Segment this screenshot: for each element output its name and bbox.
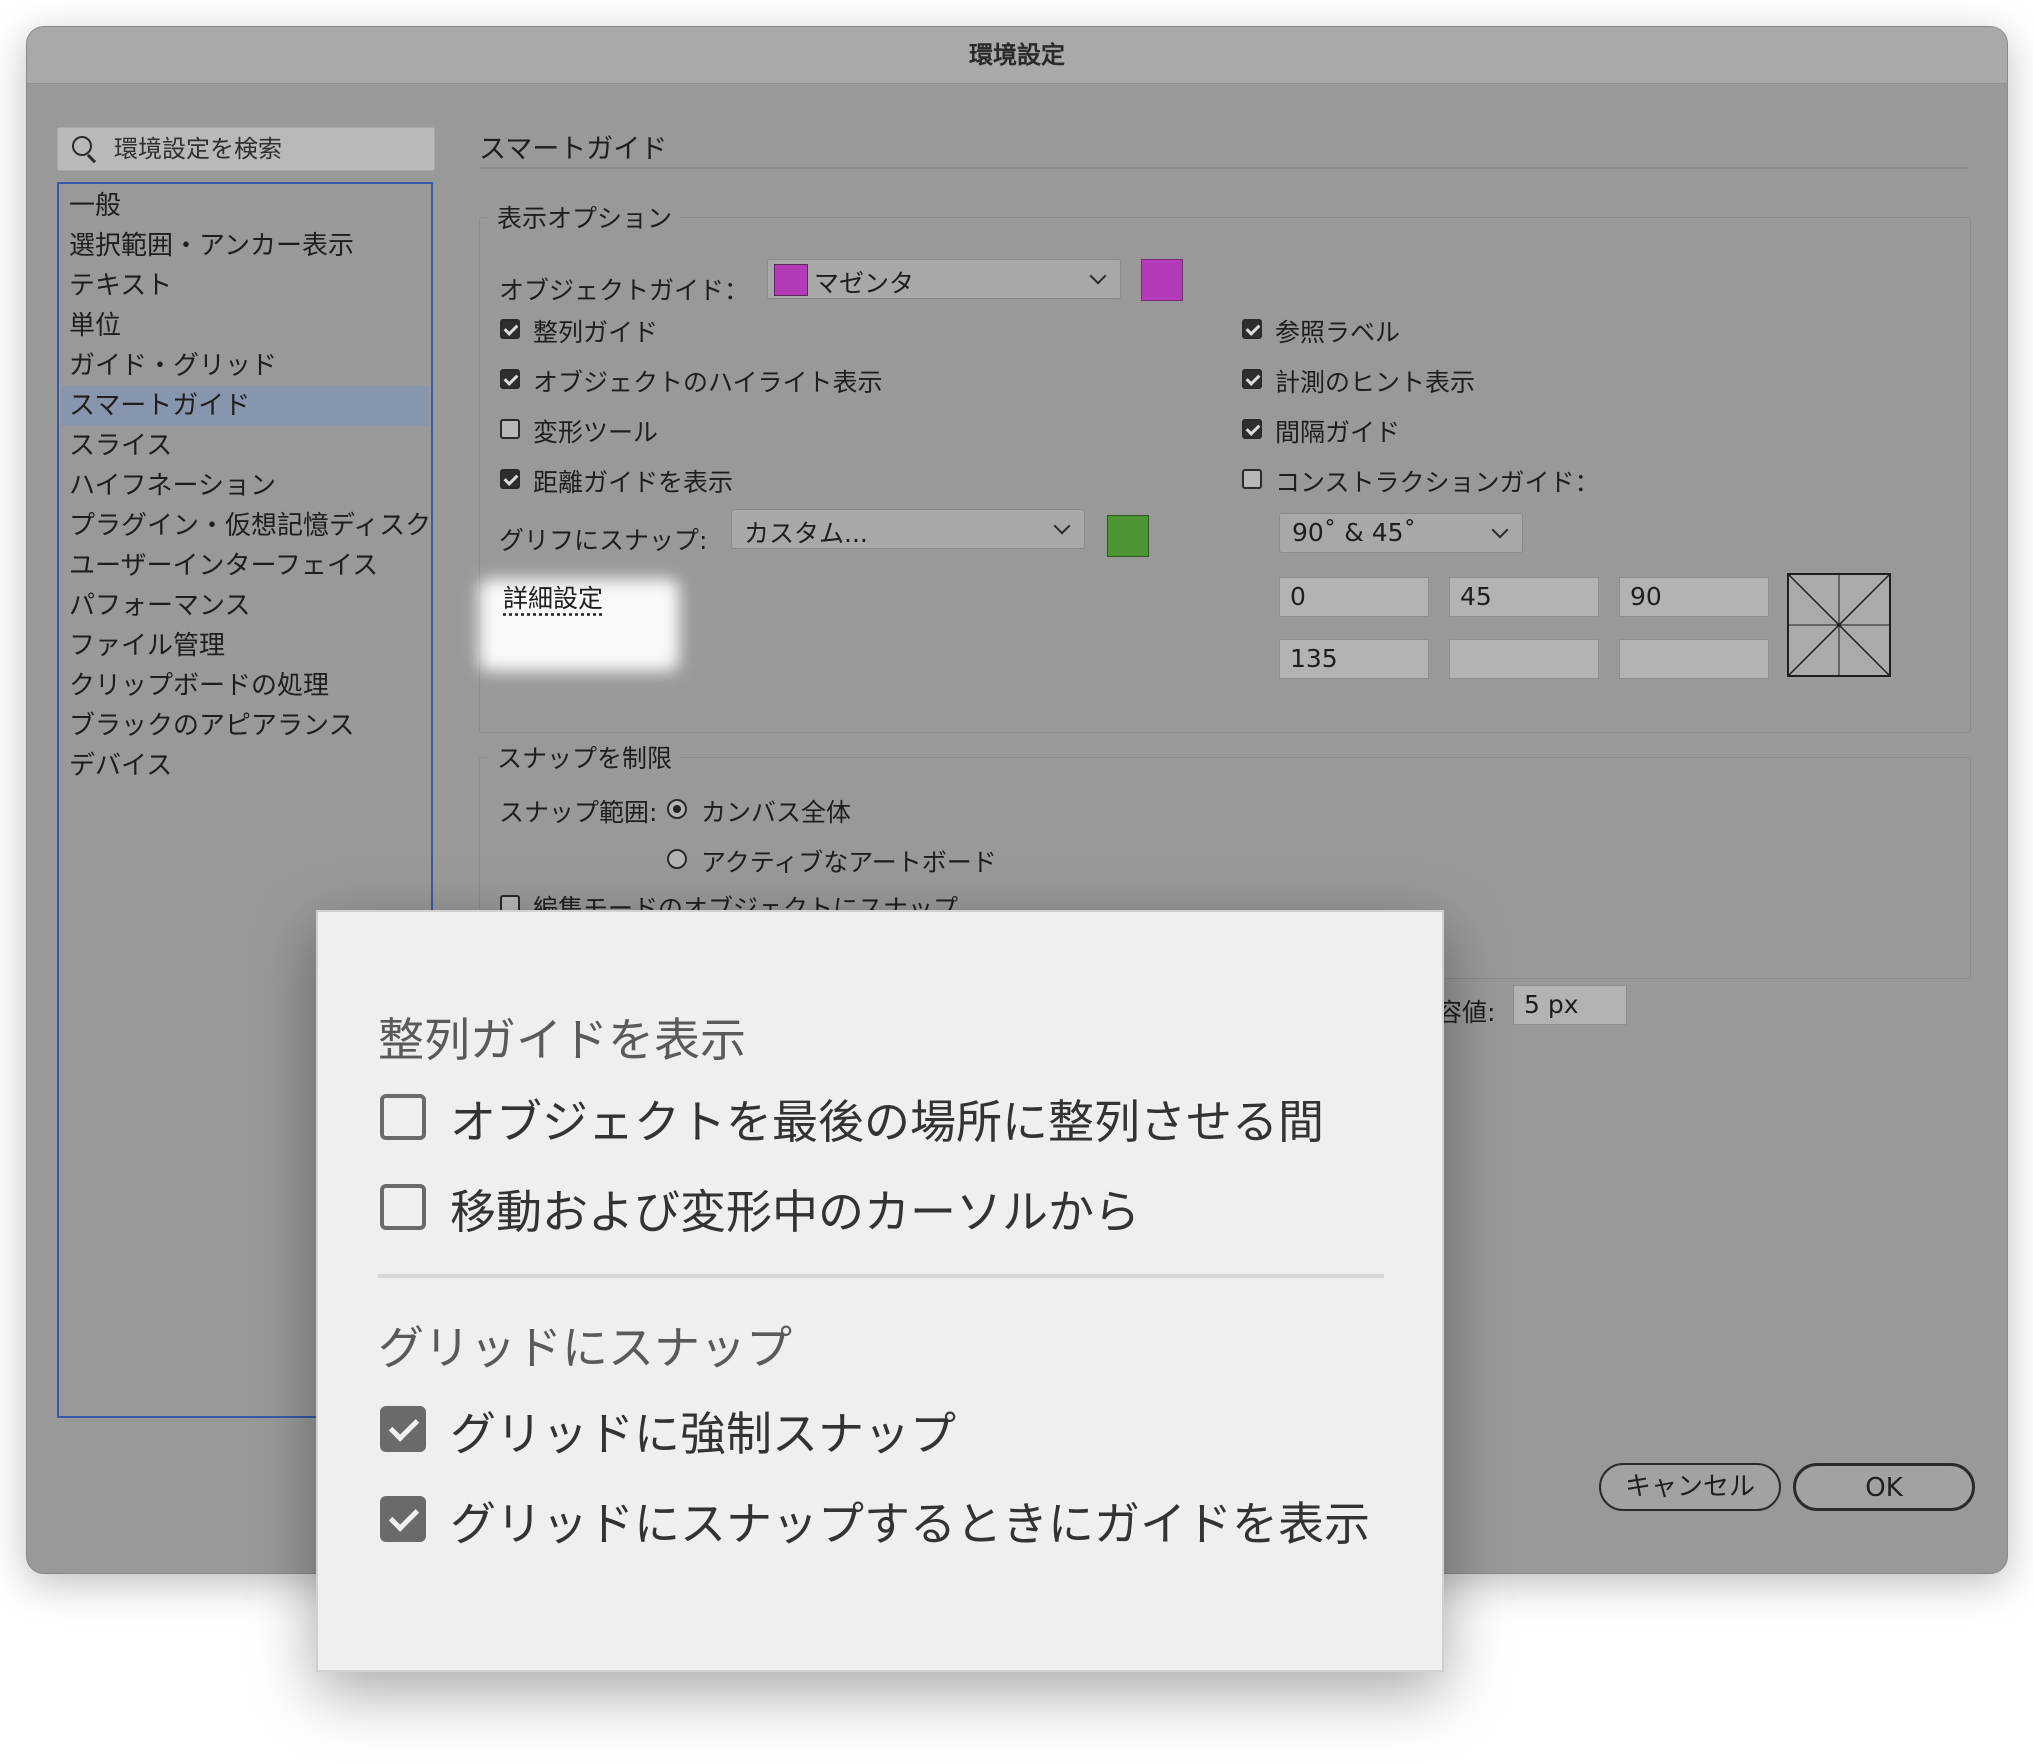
object-guide-color-button[interactable] — [1141, 259, 1183, 301]
angle-preview-icon — [1787, 573, 1891, 677]
sidebar-item-file-handling[interactable]: ファイル管理 — [69, 626, 419, 666]
reference-label-label: 参照ラベル — [1275, 318, 1401, 347]
align-last-location-label: オブジェクトを最後の場所に整列させる間 — [450, 1095, 1324, 1149]
angle-field-6[interactable] — [1619, 639, 1769, 679]
search-icon — [72, 136, 92, 156]
glyph-snap-color-button[interactable] — [1107, 515, 1149, 557]
angle-field-5[interactable] — [1449, 639, 1599, 679]
tolerance-field[interactable]: 5 px — [1513, 985, 1627, 1025]
object-guide-select[interactable]: マゼンタ — [767, 259, 1121, 299]
sidebar-item-guides-grid[interactable]: ガイド・グリッド — [69, 346, 419, 386]
spacing-guides-checkbox[interactable] — [1242, 419, 1262, 439]
grid-snap-section-title: グリッドにスナップ — [378, 1321, 792, 1375]
show-guides-grid-snap-checkbox[interactable] — [380, 1496, 426, 1542]
construction-guides-label: コンストラクションガイド： — [1275, 468, 1600, 497]
align-guides-checkbox[interactable] — [500, 319, 520, 339]
angle-field-2[interactable]: 45 — [1449, 577, 1599, 617]
chevron-down-icon — [1491, 521, 1509, 539]
angle-field-1[interactable]: 0 — [1279, 577, 1429, 617]
tolerance-label: 容値: — [1437, 998, 1496, 1027]
ok-button[interactable]: OK — [1793, 1463, 1975, 1511]
distance-guides-checkbox[interactable] — [500, 469, 520, 489]
align-from-cursor-checkbox[interactable] — [380, 1184, 426, 1230]
glyph-snap-select[interactable]: カスタム... — [731, 509, 1085, 549]
sidebar-item-hyphenation[interactable]: ハイフネーション — [69, 466, 419, 506]
object-guide-label: オブジェクトガイド： — [499, 276, 750, 305]
sidebar-item-performance[interactable]: パフォーマンス — [69, 586, 419, 626]
construction-guides-checkbox[interactable] — [1242, 469, 1262, 489]
snap-range-label: スナップ範囲: — [499, 798, 658, 827]
snap-range-canvas-label: カンバス全体 — [701, 798, 852, 827]
popup-divider — [378, 1274, 1384, 1278]
spacing-guides-label: 間隔ガイド — [1275, 418, 1401, 447]
title-divider — [479, 167, 1969, 169]
window-title: 環境設定 — [27, 27, 2007, 84]
page-title: スマートガイド — [479, 134, 668, 165]
angle-field-3[interactable]: 90 — [1619, 577, 1769, 617]
object-guide-swatch — [774, 264, 808, 296]
distance-guides-label: 距離ガイドを表示 — [533, 468, 734, 497]
snap-range-artboard-radio[interactable] — [667, 849, 687, 869]
angle-preset-select[interactable]: 90˚ & 45˚ — [1279, 513, 1523, 553]
measurement-hints-label: 計測のヒント表示 — [1275, 368, 1476, 397]
snap-restrict-legend: スナップを制限 — [489, 739, 681, 775]
align-guides-section-title: 整列ガイドを表示 — [378, 1013, 746, 1067]
align-from-cursor-label: 移動および変形中のカーソルから — [450, 1185, 1140, 1239]
sidebar-item-text[interactable]: テキスト — [69, 266, 419, 306]
glyph-snap-label: グリフにスナップ: — [499, 526, 708, 555]
angle-preset-value: 90˚ & 45˚ — [1292, 518, 1417, 547]
search-placeholder: 環境設定を検索 — [114, 135, 282, 163]
snap-range-artboard-label: アクティブなアートボード — [701, 848, 997, 877]
force-grid-snap-checkbox[interactable] — [380, 1406, 426, 1452]
object-guide-value: マゼンタ — [814, 269, 915, 298]
transform-tools-checkbox[interactable] — [500, 419, 520, 439]
align-last-location-checkbox[interactable] — [380, 1094, 426, 1140]
sidebar-item-slices[interactable]: スライス — [69, 426, 419, 466]
sidebar-item-devices[interactable]: デバイス — [69, 746, 419, 786]
sidebar-item-user-interface[interactable]: ユーザーインターフェイス — [69, 546, 419, 586]
sidebar-item-clipboard[interactable]: クリップボードの処理 — [69, 666, 419, 706]
force-grid-snap-label: グリッドに強制スナップ — [450, 1407, 956, 1461]
angle-field-4[interactable]: 135 — [1279, 639, 1429, 679]
object-highlight-label: オブジェクトのハイライト表示 — [533, 368, 883, 397]
align-guides-label: 整列ガイド — [533, 318, 659, 347]
transform-tools-label: 変形ツール — [533, 418, 659, 447]
reference-label-checkbox[interactable] — [1242, 319, 1262, 339]
advanced-settings-popup: 整列ガイドを表示 オブジェクトを最後の場所に整列させる間 移動および変形中のカー… — [316, 910, 1444, 1672]
sidebar-item-black-appearance[interactable]: ブラックのアピアランス — [69, 706, 419, 746]
snap-range-canvas-radio[interactable] — [667, 799, 687, 819]
sidebar-item-general[interactable]: 一般 — [69, 186, 419, 226]
chevron-down-icon — [1089, 267, 1107, 285]
glyph-snap-value: カスタム... — [744, 519, 868, 548]
display-options-legend: 表示オプション — [489, 199, 681, 235]
sidebar-item-selection-anchor[interactable]: 選択範囲・アンカー表示 — [69, 226, 419, 266]
object-highlight-checkbox[interactable] — [500, 369, 520, 389]
measurement-hints-checkbox[interactable] — [1242, 369, 1262, 389]
search-field[interactable]: 環境設定を検索 — [57, 127, 435, 171]
advanced-settings-link[interactable]: 詳細設定 — [503, 579, 603, 615]
chevron-down-icon — [1053, 517, 1071, 535]
sidebar-item-smart-guides[interactable]: スマートガイド — [61, 386, 429, 426]
cancel-button[interactable]: キャンセル — [1599, 1463, 1781, 1511]
sidebar-item-plugins-scratch[interactable]: プラグイン・仮想記憶ディスク — [69, 506, 431, 546]
show-guides-grid-snap-label: グリッドにスナップするときにガイドを表示 — [450, 1497, 1370, 1551]
sidebar-item-units[interactable]: 単位 — [69, 306, 419, 346]
